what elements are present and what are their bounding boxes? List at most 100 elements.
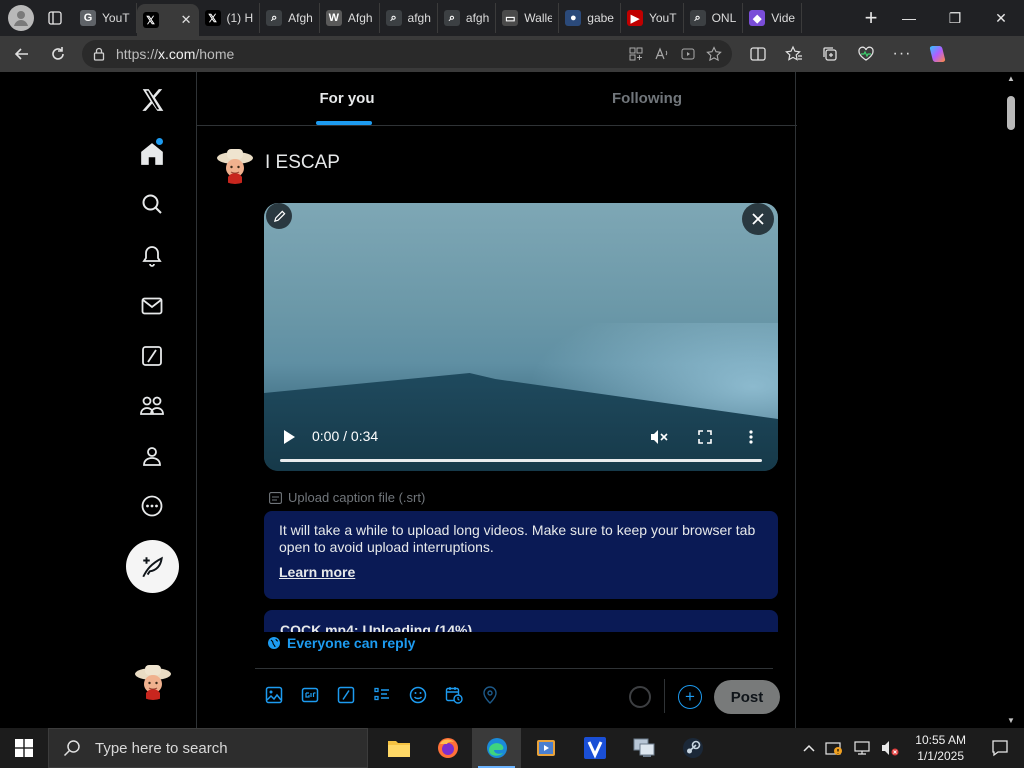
new-tab-button[interactable]: +: [856, 5, 886, 31]
browser-tab-label: afgh: [465, 11, 490, 25]
upload-caption-link[interactable]: Upload caption file (.srt): [269, 490, 425, 505]
apps-icon[interactable]: [628, 46, 644, 62]
firefox-app[interactable]: [423, 728, 472, 768]
split-screen-button[interactable]: [742, 39, 774, 69]
composer-avatar[interactable]: [215, 144, 255, 184]
collections-button[interactable]: [814, 39, 846, 69]
poll-button[interactable]: [371, 684, 393, 706]
location-button[interactable]: [479, 684, 501, 706]
settings-more-button[interactable]: ···: [886, 39, 918, 69]
browser-tab[interactable]: ● gabe: [559, 3, 621, 33]
browser-tab[interactable]: ▭ Walle: [496, 3, 560, 33]
nav-explore[interactable]: [132, 184, 172, 224]
browser-tab-label: ONL: [711, 11, 737, 25]
url-text[interactable]: https://x.com/home: [116, 46, 618, 62]
browser-tab[interactable]: 𝕏 ✕: [136, 4, 199, 36]
tab-actions-button[interactable]: [40, 3, 70, 33]
composer-toolbar: [263, 684, 501, 706]
nav-profile[interactable]: [132, 436, 172, 476]
fullscreen-icon[interactable]: [698, 430, 712, 444]
poll-icon: [374, 687, 389, 701]
file-explorer-app[interactable]: [374, 728, 423, 768]
start-button[interactable]: [0, 728, 48, 768]
learn-more-link[interactable]: Learn more: [279, 564, 355, 580]
favorite-star-icon[interactable]: [706, 46, 722, 62]
defender-icon[interactable]: [825, 740, 843, 756]
nav-grok[interactable]: [132, 336, 172, 376]
nav-more[interactable]: [132, 486, 172, 526]
browser-toolbar: https://x.com/home ···: [0, 36, 1024, 72]
browser-tab[interactable]: 𝕏 (1) H: [199, 3, 261, 33]
copilot-button[interactable]: [922, 39, 954, 69]
read-aloud-icon[interactable]: [654, 46, 670, 62]
volume-muted-icon[interactable]: [881, 740, 899, 756]
scroll-down-icon[interactable]: ▼: [1004, 714, 1018, 728]
video-more-icon[interactable]: [748, 429, 754, 445]
media-button[interactable]: [263, 684, 285, 706]
people-icon: [140, 396, 164, 415]
browser-tab[interactable]: ⌕ afgh: [380, 3, 438, 33]
edit-media-button[interactable]: [266, 203, 292, 229]
nav-notifications[interactable]: [132, 236, 172, 276]
tab-for-you[interactable]: For you: [197, 72, 497, 125]
remove-media-button[interactable]: [742, 203, 774, 235]
browser-tab[interactable]: ⌕ afgh: [438, 3, 497, 33]
taskbar-clock[interactable]: 10:55 AM 1/1/2025: [909, 732, 972, 764]
gif-button[interactable]: [299, 684, 321, 706]
edge-app[interactable]: [472, 728, 521, 768]
compose-post-button[interactable]: [126, 540, 179, 593]
nav-communities[interactable]: [132, 386, 172, 426]
copilot-icon: [929, 46, 946, 62]
browser-tab[interactable]: ◆ Vide: [743, 3, 803, 33]
emoji-button[interactable]: [407, 684, 429, 706]
compose-textarea[interactable]: I ESCAP: [265, 152, 340, 174]
steam-app[interactable]: [668, 728, 717, 768]
video-preview[interactable]: 0:00 / 0:34: [264, 203, 778, 471]
play-icon[interactable]: [282, 429, 296, 445]
browser-tab[interactable]: W Afgh: [320, 3, 380, 33]
post-button[interactable]: Post: [714, 680, 780, 714]
tab-following[interactable]: Following: [497, 72, 797, 125]
nav-home[interactable]: [132, 134, 172, 174]
add-thread-post-button[interactable]: +: [678, 685, 702, 709]
minimize-button[interactable]: —: [886, 0, 932, 36]
browser-tab-label: afgh: [407, 11, 431, 25]
taskbar-search[interactable]: Type here to search: [48, 728, 368, 768]
reply-permission-button[interactable]: Everyone can reply: [267, 635, 415, 651]
close-tab-icon[interactable]: ✕: [181, 12, 192, 28]
tab-actions-icon: [48, 11, 62, 25]
close-window-button[interactable]: ✕: [978, 0, 1024, 36]
media-icon[interactable]: [680, 46, 696, 62]
browser-essentials-button[interactable]: [850, 39, 882, 69]
restore-button[interactable]: ❐: [932, 0, 978, 36]
schedule-button[interactable]: [443, 684, 465, 706]
browser-tab-label: Afgh: [347, 11, 373, 25]
video-progress-bar[interactable]: [280, 459, 762, 462]
favorites-button[interactable]: [778, 39, 810, 69]
browser-tab[interactable]: ⌕ Afgh: [260, 3, 320, 33]
network-icon[interactable]: [853, 740, 871, 756]
grok-button[interactable]: [335, 684, 357, 706]
lock-icon[interactable]: [92, 47, 106, 61]
network-app[interactable]: [619, 728, 668, 768]
refresh-button[interactable]: [42, 39, 74, 69]
address-bar[interactable]: https://x.com/home: [82, 40, 732, 68]
notification-center-button[interactable]: [982, 728, 1018, 768]
browser-tab[interactable]: ▶ YouT: [621, 3, 684, 33]
tray-chevron-icon[interactable]: [803, 744, 815, 752]
media-player-app[interactable]: [521, 728, 570, 768]
scrollbar-thumb[interactable]: [1007, 96, 1015, 130]
page-scrollbar[interactable]: ▲ ▼: [1004, 72, 1018, 728]
browser-tab[interactable]: ⌕ ONL: [684, 3, 744, 33]
nav-messages[interactable]: [132, 286, 172, 326]
x-logo-icon: 𝕏: [142, 12, 159, 28]
person-icon: [14, 11, 28, 26]
account-avatar[interactable]: [133, 660, 173, 700]
muted-speaker-icon[interactable]: [650, 429, 668, 445]
v-app[interactable]: [570, 728, 619, 768]
back-button[interactable]: [6, 39, 38, 69]
scroll-up-icon[interactable]: ▲: [1004, 72, 1018, 86]
x-logo[interactable]: [132, 80, 172, 120]
profile-avatar[interactable]: [8, 5, 34, 31]
browser-tab[interactable]: G YouT: [74, 3, 137, 33]
